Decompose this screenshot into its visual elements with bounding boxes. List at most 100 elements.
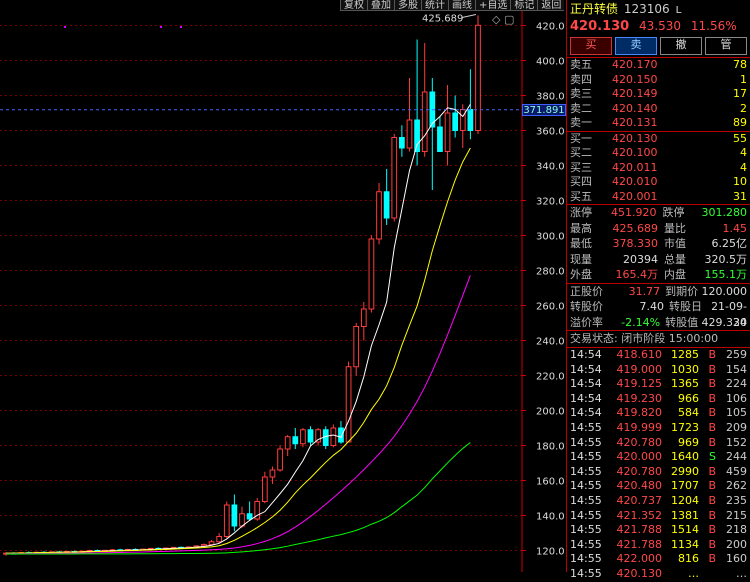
cancel-button[interactable]: 撤	[660, 37, 702, 55]
tick-time: 14:54	[570, 391, 602, 405]
y-tick-label: 420.0	[536, 22, 565, 33]
tick-time: 14:54	[570, 406, 602, 420]
kline-svg[interactable]: 420.0 400.0 380.0 360.0 340.0 320.0 300.0 280.0…	[0, 0, 566, 572]
cb-key: 正股价	[570, 284, 603, 298]
y-tick-label: 200.0	[536, 407, 565, 418]
stat-key: 现量	[570, 252, 592, 266]
diamond-icon[interactable]: ◇	[492, 13, 500, 26]
ma20-line	[6, 275, 471, 555]
tick-count: 235	[726, 493, 747, 507]
toolbar-button[interactable]: 复权	[340, 0, 367, 11]
bid-row[interactable]: 买四 420.010 10	[567, 175, 750, 190]
cb-key: 溢价率	[570, 315, 603, 329]
toolbar-button[interactable]: 叠加	[367, 0, 394, 11]
tick-row[interactable]: 14:54 418.610 1285 B 259	[567, 348, 750, 363]
tick-price: 421.352	[616, 508, 663, 522]
trade-status: 交易状态: 闭市阶段 15:00:00	[570, 332, 719, 345]
tick-row[interactable]: 14:55 421.352 1381 B 215	[567, 509, 750, 524]
tick-side: S	[709, 450, 716, 464]
tick-time: 14:55	[570, 537, 602, 551]
tick-volume: 966	[678, 391, 699, 405]
tick-time: 14:55	[570, 450, 602, 464]
y-tick-label: 260.0	[536, 302, 565, 313]
tick-row[interactable]: 14:54 419.000 1030 B 154	[567, 363, 750, 378]
cb-key: 转股值	[665, 315, 699, 329]
tick-row[interactable]: 14:55 420.000 1640 S 244	[567, 450, 750, 465]
ma60-line	[5, 442, 471, 555]
y-tick-label: 220.0	[536, 372, 565, 383]
level-price: 420.130	[612, 131, 658, 145]
candle-body	[452, 112, 459, 131]
stat-value: 6.25亿	[711, 237, 748, 250]
tick-row[interactable]: 14:55 421.788 1134 B 200	[567, 538, 750, 553]
tick-count: 200	[726, 537, 747, 551]
cb-value: 429.324	[701, 315, 748, 329]
candle-body	[345, 366, 352, 443]
tick-count: 152	[726, 435, 747, 449]
level-label: 买一	[570, 131, 592, 145]
level-volume: 78	[733, 58, 747, 71]
tick-count: 160	[726, 552, 747, 566]
stat-key: 最高	[570, 221, 592, 235]
ask-row[interactable]: 卖三 420.149 17	[567, 87, 750, 102]
ask-row[interactable]: 卖一 420.131 89	[567, 116, 750, 131]
level-volume: 4	[740, 160, 747, 174]
quote-panel: 正丹转债 123106 ʟ 420.130 43.530 11.56% 买 卖 …	[566, 0, 750, 580]
tick-volume: 2990	[671, 464, 699, 478]
ask-row[interactable]: 卖四 420.150 1	[567, 73, 750, 88]
tick-list[interactable]: 14:54 418.610 1285 B 259 14:54 419.000 1030 B 154…	[567, 348, 750, 582]
tick-time: 14:54	[570, 348, 602, 361]
bid-row[interactable]: 买一 420.130 55	[567, 132, 750, 147]
ask-row[interactable]: 卖五 420.170 78	[567, 58, 750, 73]
tick-row[interactable]: 14:54 419.230 966 B 106	[567, 392, 750, 407]
tick-row[interactable]: 14:55 422.000 816 B 160	[567, 552, 750, 567]
tick-count: 154	[726, 362, 747, 376]
toolbar-button[interactable]: 标记	[510, 0, 538, 11]
convertible-row: 溢价率 -2.14% 转股值 429.324	[567, 315, 750, 331]
bid-row[interactable]: 买三 420.011 4	[567, 161, 750, 176]
stat-key: 最低	[570, 237, 592, 250]
manage-button[interactable]: 管	[705, 37, 747, 55]
tick-side: B	[708, 406, 716, 420]
level-price: 420.011	[612, 160, 658, 174]
tick-count: 224	[726, 377, 747, 391]
stat-value: 165.4万	[615, 268, 659, 281]
ma10-line	[6, 147, 471, 554]
tick-row[interactable]: 14:54 419.820 584 B 105	[567, 406, 750, 421]
tick-row[interactable]: 14:55 419.999 1723 B 209	[567, 421, 750, 436]
stat-key: 量比	[664, 221, 686, 235]
high-label: 425.689	[422, 14, 463, 25]
tick-row[interactable]: 14:55 420.737 1204 B 235	[567, 494, 750, 509]
candle-body	[444, 112, 451, 152]
candle-body	[330, 427, 337, 446]
trade-buttons: 买 卖 撤 管	[567, 35, 750, 57]
tick-row[interactable]: 14:55 420.780 2990 B 459	[567, 465, 750, 480]
price-change-pct: 11.56%	[690, 19, 737, 33]
tick-row[interactable]: 14:55 420.480 1707 B 262	[567, 479, 750, 494]
candle-body	[383, 191, 390, 219]
tick-side: B	[708, 435, 716, 449]
candle-body	[376, 191, 382, 240]
buy-button[interactable]: 买	[570, 37, 612, 55]
tick-row[interactable]: 14:55 420.130……	[567, 567, 750, 582]
toolbar-button[interactable]: 多股	[394, 0, 421, 11]
tick-row[interactable]: 14:55 420.780 969 B 152	[567, 436, 750, 451]
ask-row[interactable]: 卖二 420.140 2	[567, 102, 750, 117]
level-price: 420.170	[612, 58, 658, 71]
kline-chart[interactable]: 420.0 400.0 380.0 360.0 340.0 320.0 300.0 280.0…	[0, 0, 566, 572]
stats-block: 涨停 451.920 跌停 301.280 最高 425.689 量比 1.45 最低 378.3…	[567, 205, 750, 283]
toolbar-button[interactable]: 统计	[421, 0, 448, 11]
sell-button[interactable]: 卖	[615, 37, 657, 55]
toolbar-button[interactable]: 画线	[448, 0, 475, 11]
cb-key: 转股日	[669, 300, 702, 313]
bid-row[interactable]: 买二 420.100 4	[567, 146, 750, 161]
toolbar-button[interactable]: 返回	[537, 0, 565, 11]
tick-count: 259	[726, 348, 747, 361]
bid-row[interactable]: 买五 420.001 31	[567, 190, 750, 205]
tick-row[interactable]: 14:55 421.788 1514 B 218	[567, 523, 750, 538]
candle-body	[300, 429, 306, 445]
toolbar-button[interactable]: +自选	[475, 0, 511, 11]
window-icon[interactable]: ▢	[504, 13, 514, 26]
tick-row[interactable]: 14:54 419.125 1365 B 224	[567, 377, 750, 392]
tick-count: 209	[726, 420, 747, 434]
